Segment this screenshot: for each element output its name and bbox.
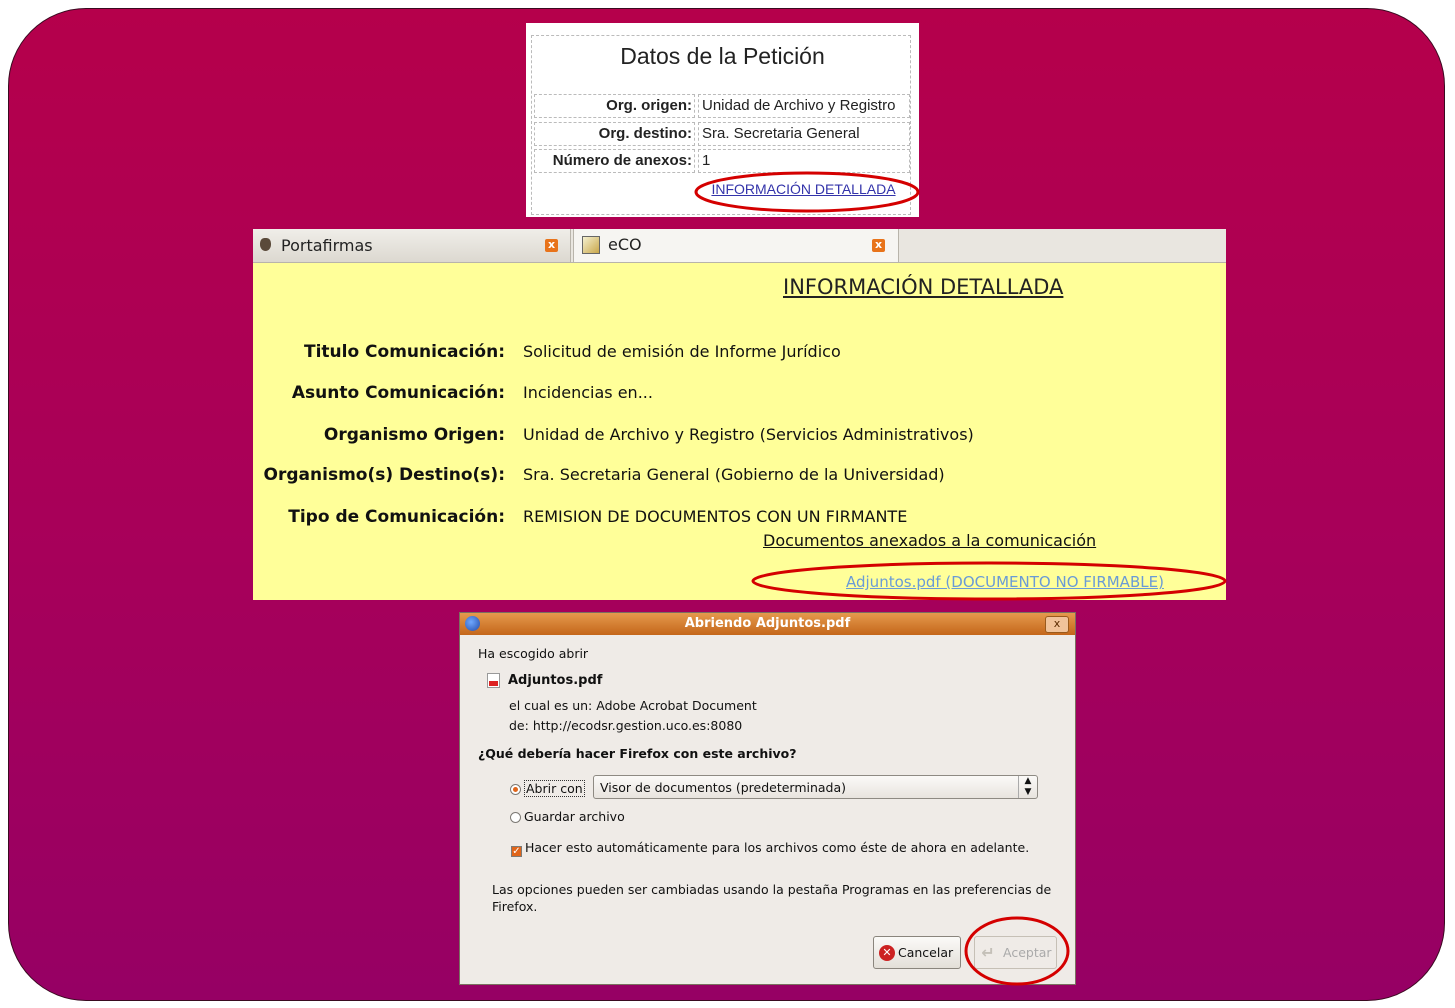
page-heading: INFORMACIÓN DETALLADA xyxy=(783,275,1064,299)
open-with-selected: Visor de documentos (predeterminada) xyxy=(600,780,847,795)
detail-value: Incidencias en... xyxy=(523,383,653,402)
open-with-option[interactable]: Abrir con xyxy=(510,780,585,797)
dialog-close-button[interactable]: x xyxy=(1045,616,1069,633)
dialog-intro: Ha escogido abrir xyxy=(478,646,589,661)
file-type-value: Adobe Acrobat Document xyxy=(596,698,757,713)
detail-value: Unidad de Archivo y Registro (Servicios … xyxy=(523,425,974,444)
dialog-title: Abriendo Adjuntos.pdf xyxy=(684,616,851,631)
documentos-anexados-link[interactable]: Documentos anexados a la comunicación xyxy=(763,531,1096,550)
peticion-label: Número de anexos: xyxy=(534,149,695,173)
tab-label: eCO xyxy=(608,235,642,254)
detail-value: Sra. Secretaria General (Gobierno de la … xyxy=(523,465,945,484)
cancel-label: Cancelar xyxy=(898,945,954,960)
tab-close-icon[interactable]: x xyxy=(872,239,885,252)
detail-label: Asunto Comunicación: xyxy=(291,383,505,403)
detail-row: Titulo Comunicación: Solicitud de emisió… xyxy=(253,342,1226,366)
tab-label: Portafirmas xyxy=(281,236,373,255)
peticion-label: Org. origen: xyxy=(534,94,695,118)
auto-action-label: Hacer esto automáticamente para los arch… xyxy=(525,840,1030,855)
eco-browser-panel: Portafirmas x eCO x INFORMACIÓN DETALLAD… xyxy=(253,229,1226,600)
open-file-dialog: Abriendo Adjuntos.pdf x Ha escogido abri… xyxy=(459,612,1076,985)
open-with-radio[interactable] xyxy=(510,784,521,795)
peticion-panel: Datos de la Petición Org. origen: Unidad… xyxy=(526,23,919,217)
peticion-value: 1 xyxy=(698,149,910,173)
save-file-option[interactable]: Guardar archivo xyxy=(510,809,625,824)
detail-label: Organismo(s) Destino(s): xyxy=(263,465,505,485)
dialog-filename: Adjuntos.pdf xyxy=(508,673,603,688)
detail-row: Asunto Comunicación: Incidencias en... xyxy=(253,383,1226,407)
peticion-value: Unidad de Archivo y Registro xyxy=(698,94,910,118)
cancel-icon: ✕ xyxy=(879,945,895,961)
peticion-row: Número de anexos: 1 xyxy=(526,149,919,173)
preferences-note: Las opciones pueden ser cambiadas usando… xyxy=(492,882,1052,914)
accept-button[interactable]: ↵ Aceptar xyxy=(974,936,1057,969)
detail-label: Titulo Comunicación: xyxy=(303,342,505,362)
peticion-row: Org. origen: Unidad de Archivo y Registr… xyxy=(526,94,919,118)
save-file-radio[interactable] xyxy=(510,812,521,823)
save-file-label: Guardar archivo xyxy=(524,809,625,824)
open-with-label: Abrir con xyxy=(524,780,585,797)
file-type-row: el cual es un: Adobe Acrobat Document xyxy=(509,698,757,713)
combo-arrow-icon: ▲ ▼ xyxy=(1018,776,1037,798)
peticion-title: Datos de la Petición xyxy=(620,43,825,69)
file-source-value: http://ecodsr.gestion.uco.es:8080 xyxy=(532,718,743,733)
detail-value: REMISION DE DOCUMENTOS CON UN FIRMANTE xyxy=(523,507,908,526)
detail-row: Tipo de Comunicación: REMISION DE DOCUME… xyxy=(253,507,1226,531)
pdf-file-icon xyxy=(487,673,500,688)
auto-action-option[interactable]: ✓ Hacer esto automáticamente para los arc… xyxy=(511,840,1029,857)
informacion-detallada-link[interactable]: INFORMACIÓN DETALLADA xyxy=(706,181,901,197)
tab-eco[interactable]: eCO x xyxy=(573,229,899,262)
tab-close-icon[interactable]: x xyxy=(545,239,558,252)
peticion-value: Sra. Secretaria General xyxy=(698,122,910,146)
detail-label: Tipo de Comunicación: xyxy=(288,507,505,527)
file-type-prefix: el cual es un: xyxy=(509,698,593,713)
eco-icon xyxy=(582,236,600,254)
tab-bar: Portafirmas x eCO x xyxy=(253,229,1226,263)
attachment-link[interactable]: Adjuntos.pdf (DOCUMENTO NO FIRMABLE) xyxy=(846,573,1164,591)
detail-value: Solicitud de emisión de Informe Jurídico xyxy=(523,342,841,361)
peticion-label: Org. destino: xyxy=(534,122,695,146)
tab-portafirmas[interactable]: Portafirmas x xyxy=(253,229,571,262)
accept-label: Aceptar xyxy=(1003,945,1052,960)
peticion-row: Org. destino: Sra. Secretaria General xyxy=(526,122,919,146)
detail-label: Organismo Origen: xyxy=(323,425,505,445)
dialog-titlebar: Abriendo Adjuntos.pdf x xyxy=(460,613,1075,635)
auto-action-checkbox[interactable]: ✓ xyxy=(511,846,522,857)
accept-icon: ↵ xyxy=(981,943,995,962)
file-source-prefix: de: xyxy=(509,718,529,733)
cancel-button[interactable]: ✕ Cancelar xyxy=(873,936,961,969)
portafirmas-icon xyxy=(260,238,271,251)
file-source-row: de: http://ecodsr.gestion.uco.es:8080 xyxy=(509,718,742,733)
dialog-question: ¿Qué debería hacer Firefox con este arch… xyxy=(478,746,797,761)
detail-row: Organismo(s) Destino(s): Sra. Secretaria… xyxy=(253,465,1226,489)
open-with-select[interactable]: Visor de documentos (predeterminada) ▲ ▼ xyxy=(593,775,1038,799)
detail-row: Organismo Origen: Unidad de Archivo y Re… xyxy=(253,425,1226,449)
